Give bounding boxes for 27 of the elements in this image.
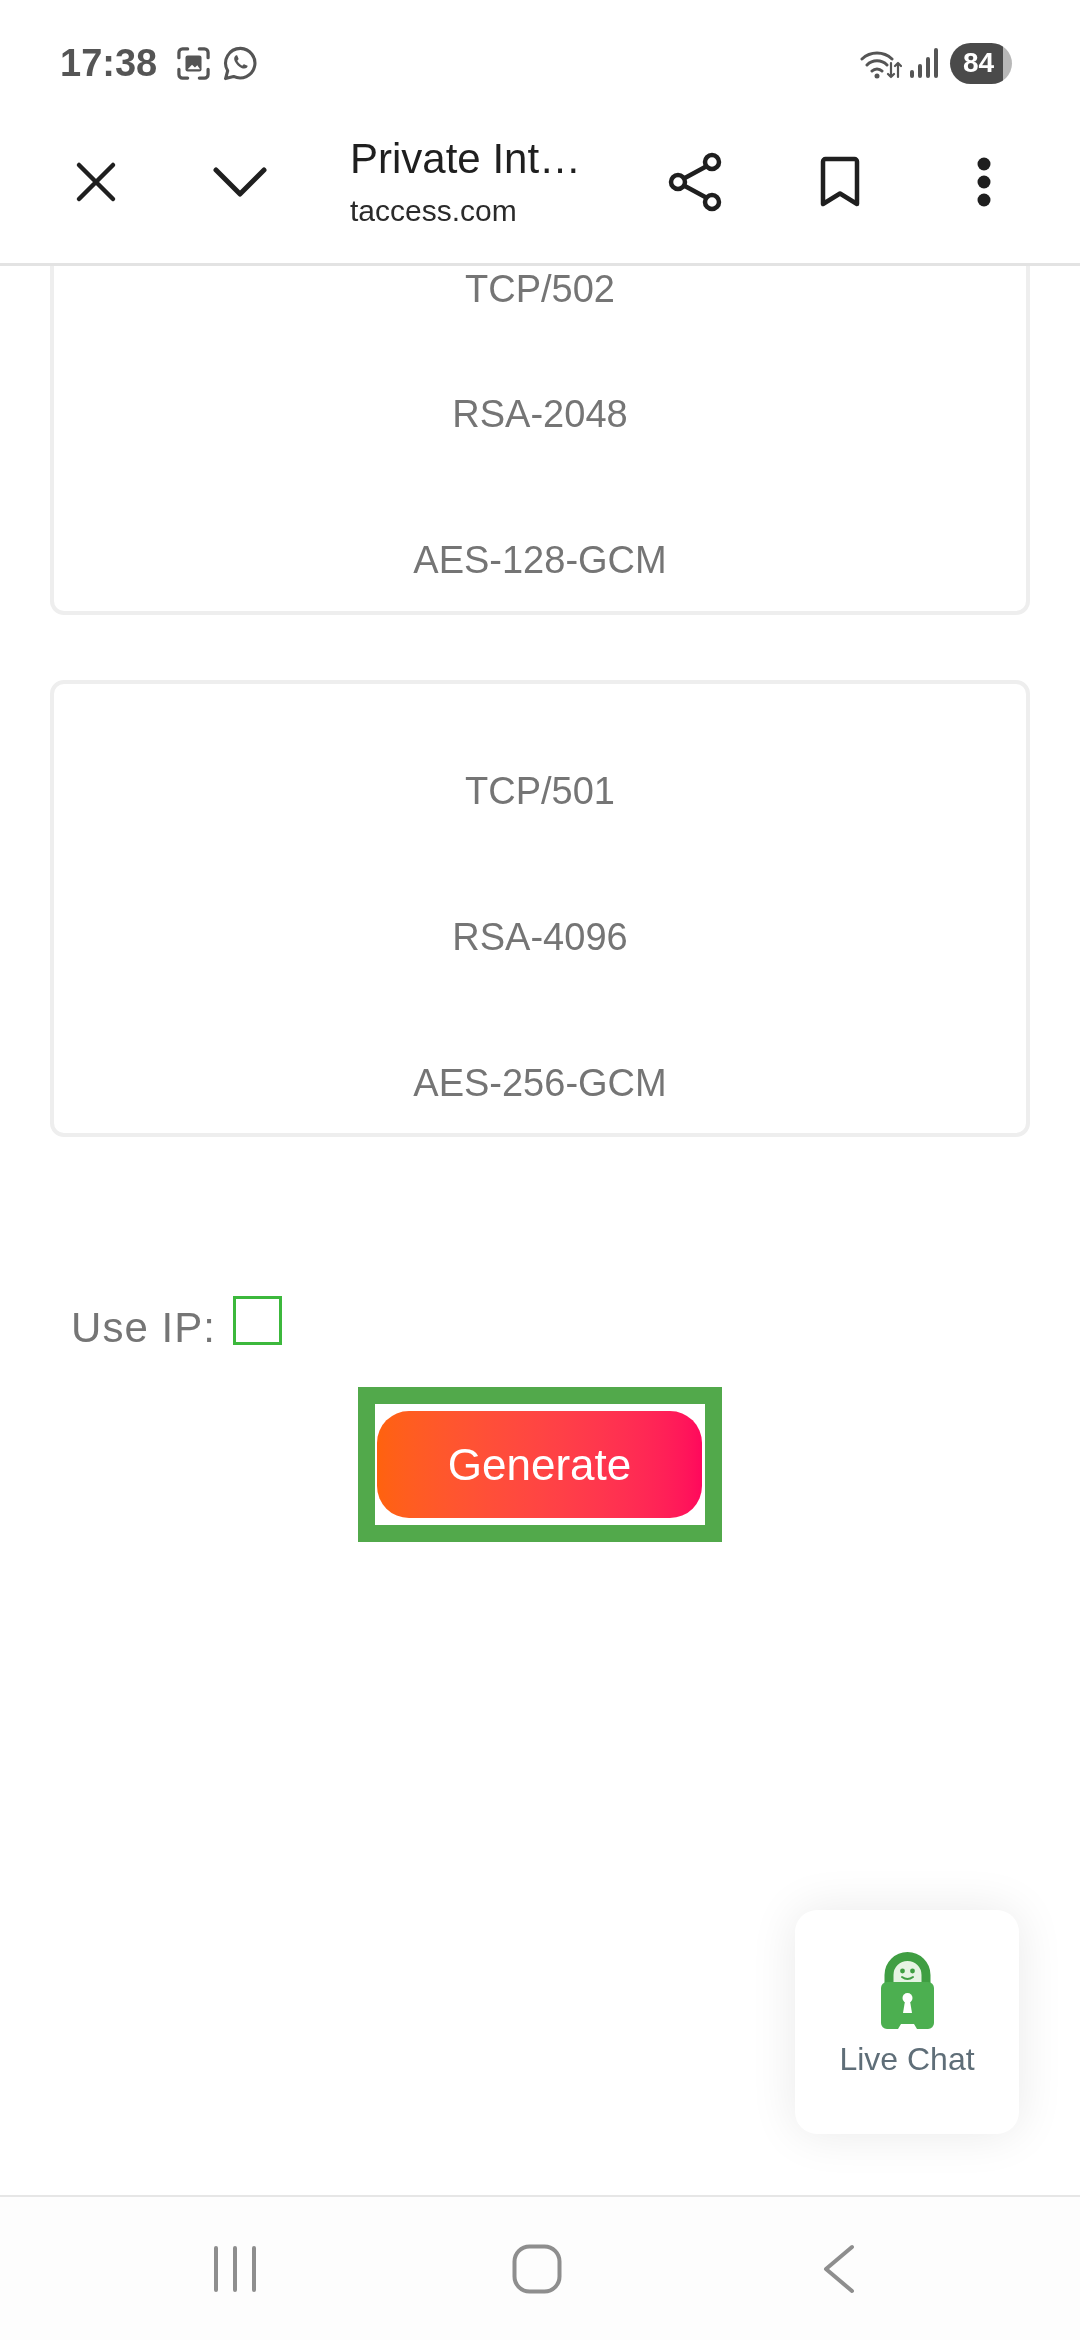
page-url: taccess.com (350, 192, 518, 229)
option-text: RSA-2048 (452, 394, 628, 434)
screenshot-icon (176, 45, 212, 81)
use-ip-checkbox[interactable] (233, 1295, 283, 1345)
close-icon[interactable] (75, 160, 117, 203)
option-text: TCP/501 (465, 771, 615, 811)
more-options-icon[interactable] (976, 156, 992, 207)
option-text: TCP/502 (465, 269, 615, 309)
home-icon[interactable] (512, 2243, 562, 2294)
chevron-down-icon[interactable] (212, 165, 268, 198)
use-ip-label: Use IP: (71, 1303, 217, 1353)
back-icon[interactable] (823, 2243, 855, 2294)
padlock-icon (880, 1951, 934, 2029)
bookmark-icon[interactable] (818, 155, 862, 208)
battery-indicator: 84 (950, 42, 1012, 84)
option-text: AES-256-GCM (413, 1063, 667, 1103)
clock-time: 17:38 (60, 41, 158, 85)
signal-icon (910, 48, 938, 78)
option-text: AES-128-GCM (413, 540, 667, 580)
share-icon[interactable] (667, 151, 723, 212)
page-title: Private Int… (350, 134, 583, 183)
option-card[interactable]: TCP/501 RSA-4096 AES-256-GCM (50, 680, 1030, 1137)
recents-icon[interactable] (213, 2244, 257, 2293)
option-card[interactable]: TCP/502 RSA-2048 AES-128-GCM (50, 266, 1030, 615)
generate-button[interactable]: Generate (377, 1411, 702, 1518)
live-chat-button[interactable]: Live Chat (795, 1910, 1019, 2134)
option-text: RSA-4096 (452, 917, 628, 957)
